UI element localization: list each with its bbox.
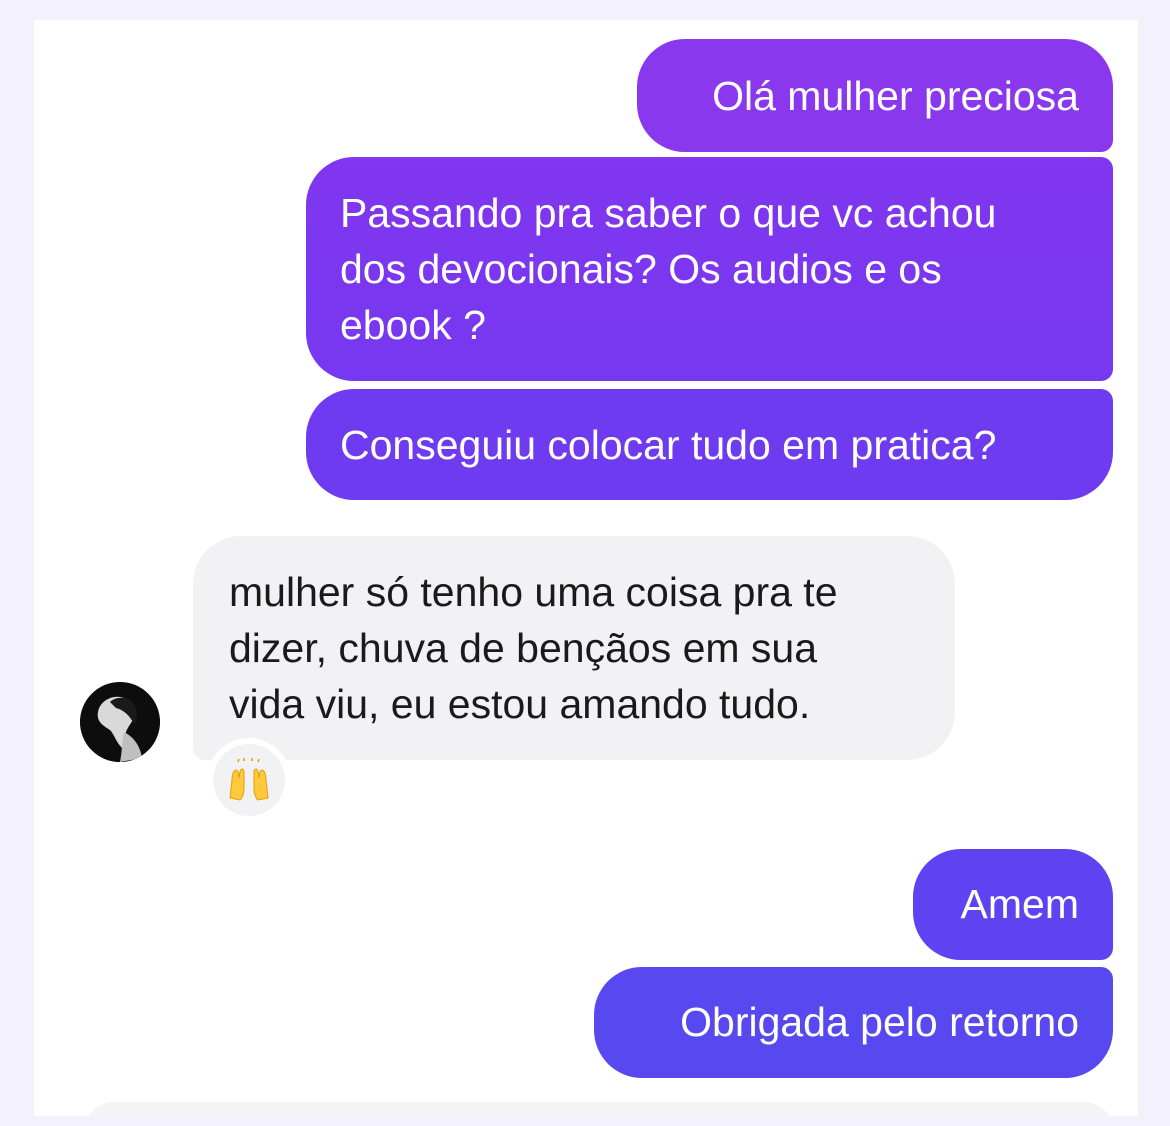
message-text: Conseguiu colocar tudo em pratica?: [340, 422, 997, 468]
contact-avatar[interactable]: [80, 682, 160, 762]
chat-thread: Olá mulher preciosa Passando pra saber o…: [34, 20, 1138, 1116]
message-text: Obrigada pelo retorno: [680, 999, 1079, 1045]
message-text-line: dizer, chuva de bençãos em sua: [229, 625, 818, 671]
avatar-portrait-icon: [80, 682, 160, 762]
incoming-message[interactable]: mulher só tenho uma coisa pra te dizer, …: [193, 536, 955, 760]
outgoing-message[interactable]: Passando pra saber o que vc achou dos de…: [306, 157, 1113, 381]
message-reaction[interactable]: [207, 738, 291, 822]
raising-hands-icon: [213, 744, 285, 816]
message-text-line: vida viu, eu estou amando tudo.: [229, 681, 811, 727]
message-text: Olá mulher preciosa: [712, 73, 1079, 119]
outgoing-message[interactable]: Obrigada pelo retorno: [594, 967, 1113, 1078]
outgoing-message[interactable]: Conseguiu colocar tudo em pratica?: [306, 389, 1113, 500]
message-text-line: Passando pra saber o que vc achou: [340, 190, 997, 236]
outgoing-message[interactable]: Olá mulher preciosa: [637, 39, 1113, 152]
message-text: Amem: [960, 881, 1079, 927]
outgoing-message[interactable]: Amem: [913, 849, 1113, 960]
message-text-line: ebook ?: [340, 302, 486, 348]
next-message-edge: [84, 1102, 1114, 1116]
message-text-line: mulher só tenho uma coisa pra te: [229, 569, 838, 615]
message-text-line: dos devocionais? Os audios e os: [340, 246, 942, 292]
